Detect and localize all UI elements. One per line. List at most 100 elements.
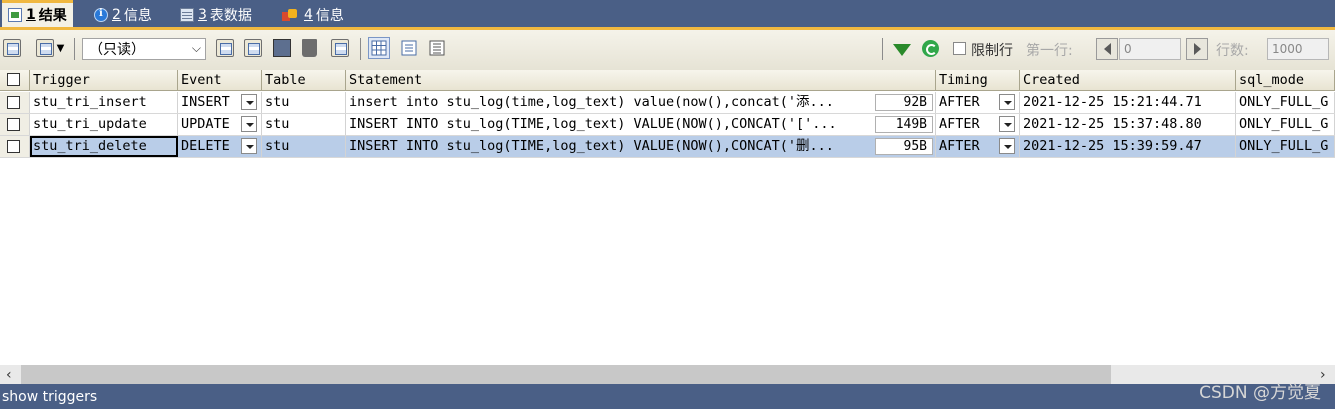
grid-header-row: Trigger Event Table Statement Timing Cre… [0, 70, 1335, 91]
row-checkbox[interactable] [7, 140, 20, 153]
statement-value: INSERT INTO stu_log(TIME,log_text) VALUE… [349, 138, 834, 154]
cancel-changes-button[interactable] [331, 38, 349, 58]
table-row[interactable]: stu_tri_update UPDATE stu INSERT INTO st… [0, 114, 1335, 136]
delete-row-button[interactable] [302, 38, 317, 58]
status-query-text: show triggers [2, 389, 98, 405]
info-icon [94, 7, 108, 22]
duplicate-row-button[interactable] [244, 38, 262, 58]
text-view-button[interactable] [428, 38, 446, 58]
row-count-label: 行数: [1216, 43, 1249, 59]
checkbox-icon [953, 42, 966, 55]
select-all-header[interactable] [0, 70, 30, 90]
event-value: INSERT [181, 94, 230, 110]
edit-mode-select[interactable]: （只读） ⌵ [82, 38, 206, 60]
dropdown-arrow-icon[interactable] [999, 94, 1015, 110]
trigger-cell[interactable]: stu_tri_delete [30, 136, 178, 157]
trigger-cell[interactable]: stu_tri_insert [30, 92, 178, 113]
column-header[interactable]: sql_mode [1236, 70, 1335, 90]
sql-mode-cell[interactable]: ONLY_FULL_G [1236, 114, 1335, 135]
horizontal-scrollbar[interactable]: ‹ › [0, 365, 1335, 384]
column-header[interactable]: Table [262, 70, 346, 90]
select-all-checkbox[interactable] [7, 73, 20, 86]
table-cell[interactable]: stu [262, 92, 346, 113]
sql-mode-cell[interactable]: ONLY_FULL_G [1236, 92, 1335, 113]
result-toolbar: ▼ （只读） ⌵ 限制行 第一行: 0 行数: 1000 [0, 27, 1335, 70]
first-row-input[interactable]: 0 [1119, 38, 1181, 60]
event-value: UPDATE [181, 116, 230, 132]
event-cell[interactable]: UPDATE [178, 114, 262, 135]
tab-label: 信息 [315, 7, 344, 24]
refresh-button[interactable] [922, 38, 939, 58]
first-row-label: 第一行: [1026, 43, 1073, 59]
edit-mode-value: （只读） [89, 42, 145, 58]
save-result-dropdown[interactable]: ▼ [30, 38, 70, 58]
row-select-cell[interactable] [0, 136, 30, 157]
created-cell[interactable]: 2021-12-25 15:21:44.71 [1020, 92, 1236, 113]
column-header[interactable]: Created [1020, 70, 1236, 90]
column-header[interactable]: Trigger [30, 70, 178, 90]
column-header[interactable]: Timing [936, 70, 1020, 90]
tab-result[interactable]: 1 结果 [2, 0, 73, 27]
scroll-left-icon[interactable]: ‹ [6, 367, 12, 383]
dropdown-arrow-icon[interactable] [241, 94, 257, 110]
grid-view-button[interactable] [368, 37, 390, 59]
result-icon [8, 8, 22, 22]
add-row-button[interactable] [216, 38, 234, 58]
save-button[interactable] [273, 38, 291, 58]
watermark: CSDN @方觉夏 [1199, 383, 1321, 403]
dropdown-arrow-icon[interactable] [999, 116, 1015, 132]
save-result-icon [35, 39, 54, 57]
tab-info[interactable]: 2 信息 [88, 2, 158, 27]
column-header[interactable]: Event [178, 70, 262, 90]
table-cell[interactable]: stu [262, 136, 346, 157]
tab-table-data[interactable]: 3 表数据 [174, 2, 258, 27]
blob-size-badge[interactable]: 149B [875, 116, 933, 133]
add-row-icon [216, 39, 234, 57]
event-cell[interactable]: DELETE [178, 136, 262, 157]
table-data-icon [180, 7, 194, 22]
event-value: DELETE [181, 138, 230, 154]
timing-cell[interactable]: AFTER [936, 136, 1020, 157]
sql-mode-cell[interactable]: ONLY_FULL_G [1236, 136, 1335, 157]
tab-info-2[interactable]: 4 信息 [276, 2, 350, 27]
created-cell[interactable]: 2021-12-25 15:39:59.47 [1020, 136, 1236, 157]
insert-row-button[interactable] [3, 38, 21, 58]
row-select-cell[interactable] [0, 114, 30, 135]
blob-size-badge[interactable]: 95B [875, 138, 933, 155]
blob-size-badge[interactable]: 92B [875, 94, 933, 111]
row-count-input[interactable]: 1000 [1267, 38, 1329, 60]
filter-button[interactable] [893, 38, 911, 58]
statement-cell[interactable]: insert into stu_log(time,log_text) value… [346, 92, 936, 113]
row-checkbox[interactable] [7, 118, 20, 131]
toolbar-divider [74, 38, 75, 60]
scrollbar-thumb[interactable] [21, 365, 1111, 384]
trash-icon [302, 39, 317, 57]
chevron-down-icon: ⌵ [191, 41, 201, 55]
row-select-cell[interactable] [0, 92, 30, 113]
table-cell[interactable]: stu [262, 114, 346, 135]
form-view-button[interactable] [400, 38, 418, 58]
toolbar-divider [882, 38, 883, 60]
trigger-cell[interactable]: stu_tri_update [30, 114, 178, 135]
timing-cell[interactable]: AFTER [936, 114, 1020, 135]
arrow-left-icon [1103, 43, 1111, 55]
refresh-icon [922, 39, 939, 57]
filter-icon [893, 44, 911, 56]
limit-rows-checkbox[interactable] [953, 41, 966, 56]
timing-cell[interactable]: AFTER [936, 92, 1020, 113]
statement-cell[interactable]: INSERT INTO stu_log(TIME,log_text) VALUE… [346, 136, 936, 157]
dropdown-arrow-icon[interactable] [241, 116, 257, 132]
created-cell[interactable]: 2021-12-25 15:37:48.80 [1020, 114, 1236, 135]
statement-value: INSERT INTO stu_log(TIME,log_text) VALUE… [349, 116, 837, 132]
table-row[interactable]: stu_tri_insert INSERT stu insert into st… [0, 92, 1335, 114]
row-checkbox[interactable] [7, 96, 20, 109]
tab-label: 结果 [38, 8, 67, 24]
statement-cell[interactable]: INSERT INTO stu_log(TIME,log_text) VALUE… [346, 114, 936, 135]
dropdown-arrow-icon[interactable] [241, 138, 257, 154]
next-page-button[interactable] [1186, 38, 1208, 60]
dropdown-arrow-icon[interactable] [999, 138, 1015, 154]
event-cell[interactable]: INSERT [178, 92, 262, 113]
previous-page-button[interactable] [1096, 38, 1118, 60]
column-header[interactable]: Statement [346, 70, 936, 90]
table-row-selected[interactable]: stu_tri_delete DELETE stu INSERT INTO st… [0, 136, 1335, 158]
